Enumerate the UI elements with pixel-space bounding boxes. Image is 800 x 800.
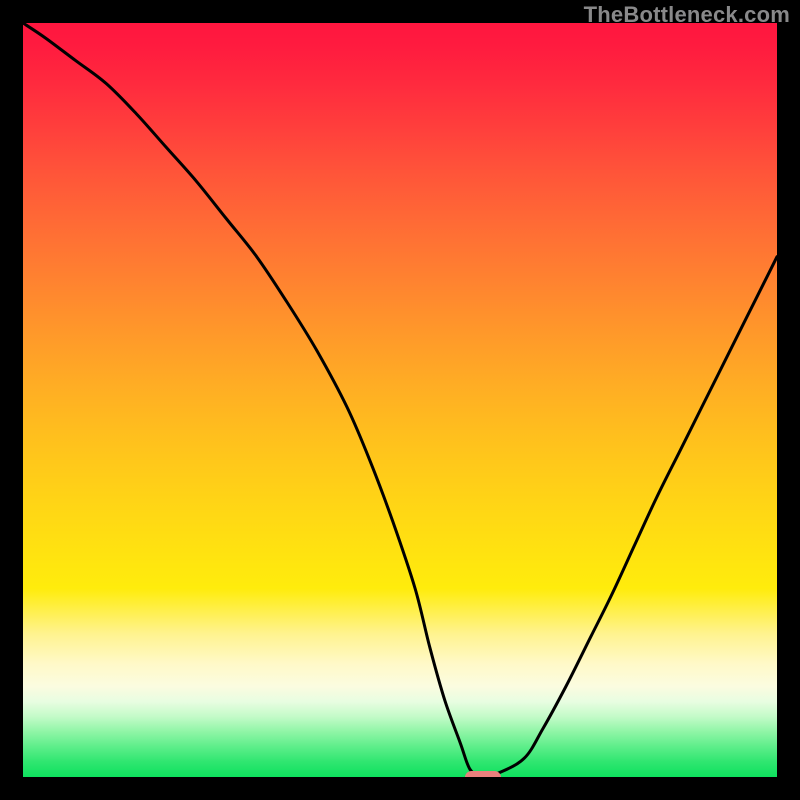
optimum-marker [465, 771, 501, 778]
plot-area [23, 23, 777, 777]
bottleneck-curve [23, 23, 777, 777]
chart-stage: TheBottleneck.com [0, 0, 800, 800]
watermark-text: TheBottleneck.com [584, 2, 790, 28]
